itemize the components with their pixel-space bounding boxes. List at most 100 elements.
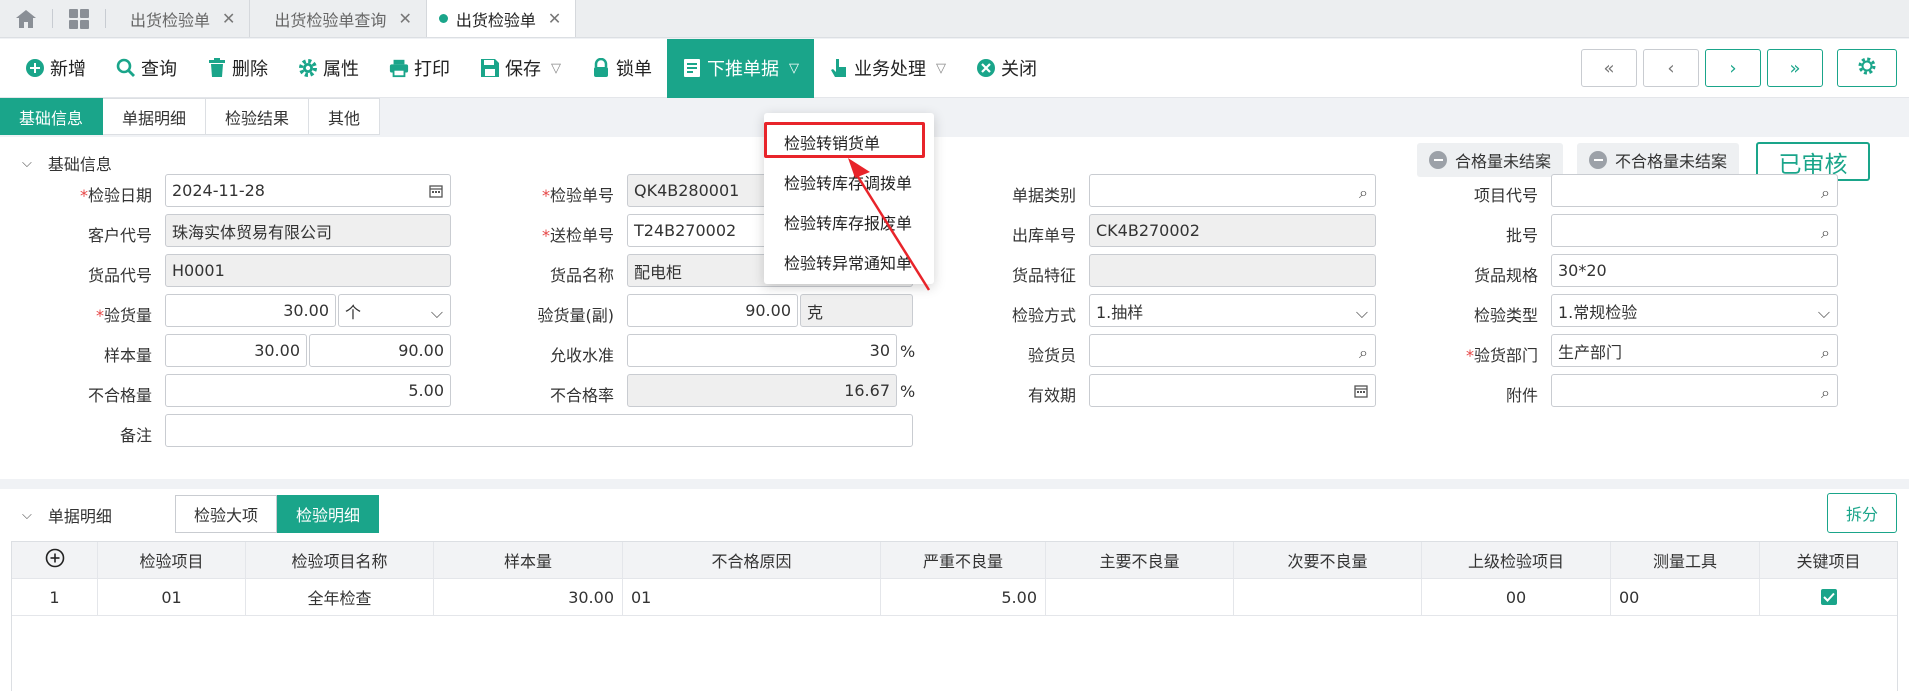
chevron-down-icon[interactable]: ▽ <box>789 61 799 76</box>
calendar-icon[interactable] <box>429 183 443 202</box>
inspect-sub-unit-field[interactable]: 克 <box>800 294 913 327</box>
cell-defect-reason[interactable]: 01 <box>623 579 881 615</box>
goods-spec-field[interactable]: 30*20 <box>1551 254 1838 287</box>
settings-button[interactable] <box>1837 49 1897 87</box>
outbound-no-field[interactable]: CK4B270002 <box>1089 214 1376 247</box>
column-header[interactable]: 主要不良量 <box>1046 542 1234 578</box>
business-process-button[interactable]: 业务处理 ▽ <box>814 39 961 98</box>
tab-inspection-category[interactable]: 检验大项 <box>175 495 278 533</box>
menu-item-inspection-to-transfer[interactable]: 检验转库存调拨单 <box>764 162 934 202</box>
column-header[interactable]: 严重不良量 <box>881 542 1046 578</box>
inspect-qty-sub-field[interactable]: 90.00 <box>627 294 798 327</box>
close-button[interactable]: 关闭 <box>961 39 1052 98</box>
chevron-down-icon[interactable]: ▽ <box>936 61 946 76</box>
remark-field[interactable] <box>165 414 913 447</box>
inspect-dept-field[interactable]: 生产部门 ⌕ <box>1551 334 1838 367</box>
column-header[interactable]: 测量工具 <box>1611 542 1760 578</box>
search-icon[interactable]: ⌕ <box>1821 183 1830 203</box>
close-icon[interactable]: ✕ <box>222 9 235 28</box>
cell-critical-defect[interactable]: 5.00 <box>881 579 1046 615</box>
menu-item-inspection-to-scrap[interactable]: 检验转库存报废单 <box>764 202 934 242</box>
customer-code-field[interactable]: 珠海实体贸易有限公司 <box>165 214 451 247</box>
calendar-icon[interactable] <box>1354 383 1368 402</box>
lock-button[interactable]: 锁单 <box>576 39 667 98</box>
tab-inspection-result[interactable]: 检验结果 <box>206 98 310 135</box>
column-header[interactable]: 检验项目名称 <box>246 542 434 578</box>
push-down-button[interactable]: 下推单据 ▽ <box>667 38 814 98</box>
field-value: 1.抽样 <box>1096 302 1144 322</box>
tab-outbound-inspection-active[interactable]: 出货检验单 ✕ <box>426 0 577 37</box>
column-header[interactable]: 不合格原因 <box>623 542 881 578</box>
column-header[interactable]: 样本量 <box>434 542 623 578</box>
add-button[interactable]: 新增 <box>0 39 101 98</box>
batch-no-field[interactable]: ⌕ <box>1551 214 1838 247</box>
table-row[interactable]: 1 01 全年检查 30.00 01 5.00 00 00 <box>12 579 1897 616</box>
print-button[interactable]: 打印 <box>374 39 465 98</box>
goods-feature-field[interactable] <box>1089 254 1376 287</box>
field-value: 90.00 <box>398 341 444 360</box>
sample-qty-field[interactable]: 30.00 <box>165 334 307 367</box>
search-icon[interactable]: ⌕ <box>1821 383 1830 403</box>
column-header[interactable]: 上级检验项目 <box>1422 542 1611 578</box>
search-icon[interactable]: ⌕ <box>1821 223 1830 243</box>
cell-key-item[interactable] <box>1760 579 1897 615</box>
add-row-button[interactable] <box>12 542 98 578</box>
cell-measure-tool[interactable]: 00 <box>1611 579 1760 615</box>
column-header[interactable]: 检验项目 <box>98 542 246 578</box>
inspect-method-select[interactable]: 1.抽样 ⌵ <box>1089 294 1376 327</box>
cell-parent-item[interactable]: 00 <box>1422 579 1611 615</box>
save-button[interactable]: 保存 ▽ <box>465 39 576 98</box>
tab-basic-info[interactable]: 基础信息 <box>0 98 104 135</box>
query-button[interactable]: 查询 <box>101 39 192 98</box>
defect-qty-field[interactable]: 5.00 <box>165 374 451 407</box>
accept-level-field[interactable]: 30 <box>627 334 897 367</box>
cell-sample-qty[interactable]: 30.00 <box>434 579 623 615</box>
inspect-unit-select[interactable]: 个 ⌵ <box>338 294 451 327</box>
tab-inspection-detail[interactable]: 检验明细 <box>277 495 380 533</box>
cell-major-defect[interactable] <box>1046 579 1234 615</box>
attachment-field[interactable]: ⌕ <box>1551 374 1838 407</box>
inspect-date-field[interactable]: 2024-11-28 <box>165 174 451 207</box>
last-record-button[interactable]: » <box>1767 49 1823 87</box>
next-record-button[interactable]: › <box>1705 49 1761 87</box>
delete-button[interactable]: 删除 <box>192 39 283 98</box>
add-label: 新增 <box>50 59 86 80</box>
cell-inspection-name[interactable]: 全年检查 <box>246 579 434 615</box>
close-icon[interactable]: ✕ <box>398 9 411 28</box>
previous-record-button[interactable]: ‹ <box>1643 49 1699 87</box>
properties-button[interactable]: 属性 <box>283 39 374 98</box>
defect-rate-field[interactable]: 16.67 <box>627 374 897 407</box>
first-record-button[interactable]: « <box>1581 49 1637 87</box>
close-icon[interactable]: ✕ <box>548 9 561 28</box>
cell-inspection-item[interactable]: 01 <box>98 579 246 615</box>
column-header[interactable]: 次要不良量 <box>1234 542 1422 578</box>
inspect-qty-field[interactable]: 30.00 <box>165 294 336 327</box>
split-button[interactable]: 拆分 <box>1827 493 1897 533</box>
project-code-field[interactable]: ⌕ <box>1551 174 1838 207</box>
document-detail-header[interactable]: ⌵ 单据明细 <box>22 503 112 527</box>
home-icon[interactable] <box>0 0 52 37</box>
inspect-type-select[interactable]: 1.常规检验 ⌵ <box>1551 294 1838 327</box>
basic-info-header[interactable]: ⌵ 基础信息 <box>22 151 112 175</box>
inspector-field[interactable]: ⌕ <box>1089 334 1376 367</box>
cell-minor-defect[interactable] <box>1234 579 1422 615</box>
print-label: 打印 <box>414 59 450 80</box>
doc-type-field[interactable]: ⌕ <box>1089 174 1376 207</box>
validity-field[interactable] <box>1089 374 1376 407</box>
tab-outbound-inspection[interactable]: 出货检验单 ✕ <box>106 0 251 37</box>
column-header[interactable]: 关键项目 <box>1760 542 1897 578</box>
menu-item-inspection-to-exception[interactable]: 检验转异常通知单 <box>764 242 934 282</box>
goods-code-field[interactable]: H0001 <box>165 254 451 287</box>
menu-item-inspection-to-sales[interactable]: 检验转销货单 <box>764 122 934 162</box>
tab-outbound-inspection-query[interactable]: 出货检验单查询 ✕ <box>250 0 427 37</box>
search-icon[interactable]: ⌕ <box>1359 343 1368 363</box>
sample-qty-sub-field[interactable]: 90.00 <box>309 334 451 367</box>
search-icon[interactable]: ⌕ <box>1821 343 1830 363</box>
inspect-type-label: 检验类型 <box>1473 306 1538 325</box>
chevron-down-icon[interactable]: ▽ <box>551 61 561 76</box>
tab-other[interactable]: 其他 <box>309 98 381 135</box>
search-icon[interactable]: ⌕ <box>1359 183 1368 203</box>
key-item-checkbox[interactable] <box>1820 589 1837 605</box>
app-grid-icon[interactable] <box>53 0 105 37</box>
tab-document-detail[interactable]: 单据明细 <box>103 98 207 135</box>
